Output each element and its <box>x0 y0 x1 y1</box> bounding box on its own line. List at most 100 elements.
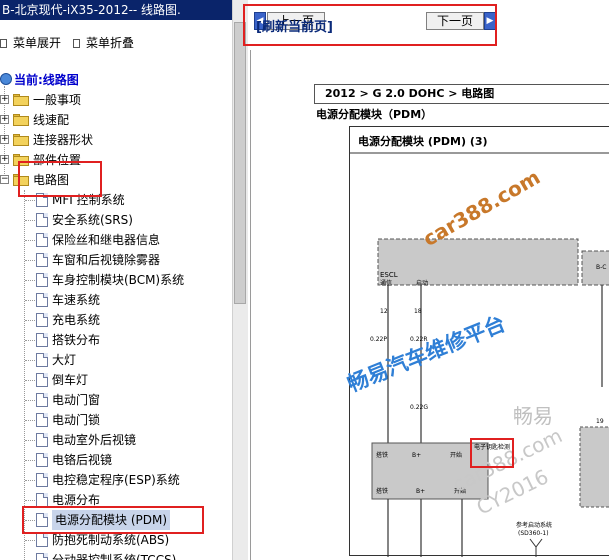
tree-folder-label: 一般事项 <box>33 93 82 107</box>
tree-folder[interactable]: + 部件位置 <box>0 150 232 170</box>
tree-item-label: 车身控制模块(BCM)系统 <box>52 273 185 287</box>
tree-item[interactable]: 电铬后视镜 <box>0 450 232 470</box>
document-icon <box>36 313 48 327</box>
tree-item-label: 大灯 <box>52 353 77 367</box>
menu-collapse-icon <box>73 39 80 48</box>
tree-item[interactable]: 倒车灯 <box>0 370 232 390</box>
svg-text:电子钥匙检测: 电子钥匙检测 <box>474 443 510 451</box>
document-icon <box>36 453 48 467</box>
tree-connector <box>25 240 35 241</box>
tree-folder-label: 线速配 <box>33 113 70 127</box>
tree-item[interactable]: 大灯 <box>0 350 232 370</box>
tree-folder[interactable]: + 连接器形状 <box>0 130 232 150</box>
svg-text:启动: 启动 <box>416 279 428 287</box>
svg-text:0.22P: 0.22P <box>370 336 387 343</box>
tree-item[interactable]: 电动门锁 <box>0 410 232 430</box>
tree-connector <box>25 500 35 501</box>
highlight-nav-buttons <box>243 4 497 46</box>
wiring-diagram-drawing: ESCL 通信 启动 B-C 12 18 0.22P 0.22R 0.22G 搭… <box>350 152 609 557</box>
document-icon <box>36 293 48 307</box>
svg-text:12: 12 <box>380 308 388 315</box>
tree-item-label: 分动器控制系统(TCCS) <box>52 553 177 560</box>
tree-item[interactable]: 防抱死制动系统(ABS) <box>0 530 232 550</box>
tree-item[interactable]: 电动室外后视镜 <box>0 430 232 450</box>
tree-item-label: 倒车灯 <box>52 373 89 387</box>
expand-plus-icon[interactable]: + <box>0 95 9 104</box>
document-icon <box>36 233 48 247</box>
document-icon <box>36 353 48 367</box>
tree-item-label: 保险丝和继电器信息 <box>52 233 161 247</box>
svg-text:0.22G: 0.22G <box>410 404 428 411</box>
tree-connector <box>25 420 35 421</box>
tree-connector <box>25 280 35 281</box>
tree-item-label: 电动室外后视镜 <box>52 433 137 447</box>
svg-text:19: 19 <box>596 418 604 425</box>
expand-plus-icon[interactable]: + <box>0 155 9 164</box>
tree-item-label: 电源分布 <box>52 493 101 507</box>
svg-text:B+: B+ <box>416 488 425 495</box>
menu-expand-icon <box>0 39 7 48</box>
tree-pane: B-北京现代-iX35-2012-- 线路图. 菜单展开 菜单折叠 当前:线路图… <box>0 0 248 560</box>
svg-text:搭铁: 搭铁 <box>376 487 388 495</box>
menu-expand-link[interactable]: 菜单展开 <box>0 34 61 52</box>
tree-connector <box>25 460 35 461</box>
document-icon <box>36 253 48 267</box>
tree-item[interactable]: 电源分配模块 (PDM) <box>0 510 232 530</box>
svg-text:B-C: B-C <box>596 264 606 271</box>
document-icon <box>36 213 48 227</box>
tree-connector <box>25 320 35 321</box>
tree-connector <box>25 220 35 221</box>
tree-connector <box>25 440 35 441</box>
tree-connector <box>25 400 35 401</box>
tree-item[interactable]: 电控稳定程序(ESP)系统 <box>0 470 232 490</box>
collapse-minus-icon[interactable]: − <box>0 175 9 184</box>
folder-icon <box>13 114 29 126</box>
menu-expand-label: 菜单展开 <box>13 36 62 50</box>
document-icon <box>36 553 48 560</box>
tree-item[interactable]: 安全系统(SRS) <box>0 210 232 230</box>
tree-folder[interactable]: + 线速配 <box>0 110 232 130</box>
tree-scrollbar-thumb[interactable] <box>234 22 246 304</box>
open-folder-icon <box>13 174 29 186</box>
tree-item[interactable]: 分动器控制系统(TCCS) <box>0 550 232 560</box>
tree-item[interactable]: 车窗和后视镜除雾器 <box>0 250 232 270</box>
tree-connector <box>25 340 35 341</box>
tree-item-label: 电动门窗 <box>52 393 101 407</box>
document-icon <box>36 373 48 387</box>
document-icon <box>36 493 48 507</box>
window-title: B-北京现代-iX35-2012-- 线路图. <box>0 0 248 20</box>
tree-item[interactable]: MFI 控制系统 <box>0 190 232 210</box>
tree-item[interactable]: 电源分布 <box>0 490 232 510</box>
tree-folder[interactable]: + 一般事项 <box>0 90 232 110</box>
tree-connector <box>25 260 35 261</box>
tree-item[interactable]: 车速系统 <box>0 290 232 310</box>
expand-plus-icon[interactable]: + <box>0 135 9 144</box>
tree-connector <box>25 480 35 481</box>
document-icon <box>36 533 48 547</box>
tree-item[interactable]: 车身控制模块(BCM)系统 <box>0 270 232 290</box>
tree-item[interactable]: 搭铁分布 <box>0 330 232 350</box>
tree-item-label: 车速系统 <box>52 293 101 307</box>
tree-item-label: 电源分配模块 (PDM) <box>52 510 171 530</box>
expand-plus-icon[interactable]: + <box>0 115 9 124</box>
folder-icon <box>13 94 29 106</box>
tree-item[interactable]: 保险丝和继电器信息 <box>0 230 232 250</box>
tree-folder-label: 电路图 <box>33 173 70 187</box>
tree-item-label: 充电系统 <box>52 313 101 327</box>
document-icon <box>36 193 48 207</box>
tree-connector <box>25 300 35 301</box>
content-pane: ◀ 上一页 下一页 ▶ 2012 > G 2.0 DOHC > 电路图 电源分配… <box>248 0 609 560</box>
tree-item[interactable]: 电动门窗 <box>0 390 232 410</box>
tree-item[interactable]: 充电系统 <box>0 310 232 330</box>
globe-icon <box>0 73 12 85</box>
document-icon <box>36 333 48 347</box>
tree-folder-open[interactable]: − 电路图 <box>0 170 232 190</box>
tree-item-label: MFI 控制系统 <box>52 193 125 207</box>
svg-text:通信: 通信 <box>380 279 392 287</box>
svg-text:搭铁: 搭铁 <box>376 451 388 459</box>
tree-connector <box>25 520 35 521</box>
menu-collapse-link[interactable]: 菜单折叠 <box>73 34 134 52</box>
section-title: 电源分配模块（PDM） <box>316 108 433 121</box>
tree-connector <box>25 200 35 201</box>
tree-item-label: 电铬后视镜 <box>52 453 113 467</box>
